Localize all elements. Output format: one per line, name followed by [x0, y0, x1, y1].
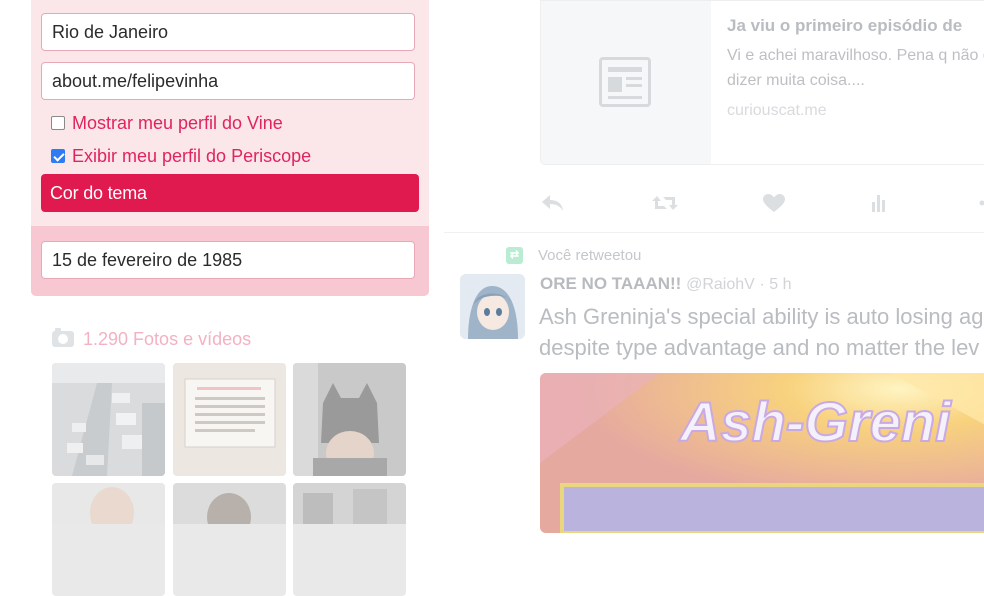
photo-thumbnail[interactable] — [293, 483, 406, 596]
photos-videos-link[interactable]: 1.290 Fotos e vídeos — [52, 328, 251, 350]
periscope-checkbox[interactable] — [51, 149, 65, 163]
profile-edit-panel: Rio de Janeiro about.me/felipevinha Most… — [31, 0, 429, 296]
tweet-text-line: Ash Greninja's special ability is auto l… — [539, 301, 984, 332]
photo-thumbnail[interactable] — [173, 483, 286, 596]
photo-thumbnail[interactable] — [173, 363, 286, 476]
theme-color-button[interactable]: Cor do tema — [41, 174, 419, 212]
photo-thumbnail[interactable] — [293, 363, 406, 476]
tweet-header: ORE NO TAAAN!! @RaiohV · 5 h — [540, 274, 792, 294]
photo-thumbnail[interactable] — [52, 483, 165, 596]
vine-checkbox[interactable] — [51, 116, 65, 130]
author-name[interactable]: ORE NO TAAAN!! — [540, 274, 681, 293]
website-field[interactable]: about.me/felipevinha — [41, 62, 415, 100]
retweet-icon[interactable] — [651, 192, 677, 214]
link-preview-card[interactable]: Ja viu o primeiro episódio de Vi e achei… — [540, 0, 984, 165]
like-icon[interactable] — [761, 192, 787, 214]
tweet-media-image[interactable]: Ash-Greni — [540, 373, 984, 533]
periscope-checkbox-label: Exibir meu perfil do Periscope — [72, 146, 311, 167]
link-card-domain: curiouscat.me — [727, 102, 827, 120]
author-handle[interactable]: @RaiohV — [686, 276, 755, 293]
article-icon — [599, 57, 651, 107]
vine-checkbox-label: Mostrar meu perfil do Vine — [72, 113, 283, 134]
birthdate-field[interactable]: 15 de fevereiro de 1985 — [41, 241, 415, 279]
photos-videos-label: 1.290 Fotos e vídeos — [83, 329, 251, 350]
link-card-title: Ja viu o primeiro episódio de — [727, 16, 962, 36]
media-title-text: Ash-Greni — [678, 390, 952, 453]
tweet-text: Ash Greninja's special ability is auto l… — [539, 301, 984, 363]
link-preview-image — [541, 1, 711, 165]
tweet-divider — [444, 232, 984, 233]
periscope-checkbox-row[interactable]: Exibir meu perfil do Periscope — [51, 145, 311, 167]
link-card-description: Vi e achei maravilhoso. Pena q não quer … — [727, 43, 984, 93]
avatar[interactable] — [460, 274, 525, 339]
analytics-icon[interactable] — [866, 192, 892, 214]
photo-thumbnail[interactable] — [52, 363, 165, 476]
retweet-badge-icon: ⇄ — [506, 247, 523, 264]
tweet-time[interactable]: · 5 h — [760, 276, 792, 293]
camera-icon — [52, 331, 74, 347]
more-icon[interactable] — [972, 192, 984, 214]
retweet-context-label: Você retweetou — [538, 247, 641, 264]
vine-checkbox-row[interactable]: Mostrar meu perfil do Vine — [51, 112, 283, 134]
tweet-text-line: despite type advantage and no matter the… — [539, 332, 984, 363]
retweet-context: ⇄ Você retweetou — [506, 245, 641, 265]
birthdate-section: 15 de fevereiro de 1985 — [31, 226, 429, 296]
location-field[interactable]: Rio de Janeiro — [41, 13, 415, 51]
reply-icon[interactable] — [540, 192, 566, 214]
